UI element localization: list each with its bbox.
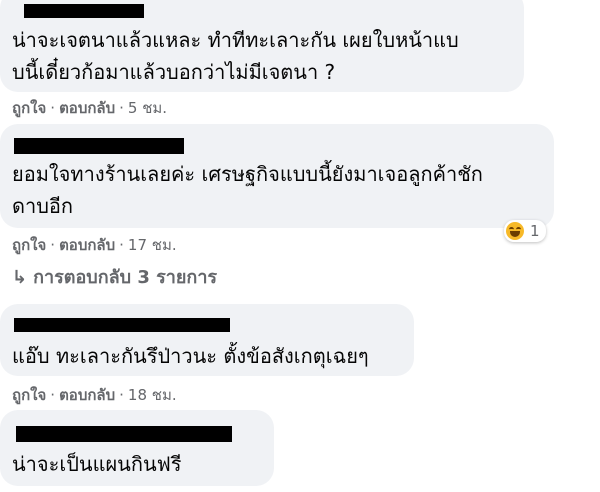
view-replies-link[interactable]: ↳ การตอบกลับ 3 รายการ — [12, 262, 217, 291]
like-link[interactable]: ถูกใจ — [12, 99, 46, 117]
comment-time[interactable]: 17 ชม. — [128, 236, 177, 254]
comment-text-line: น่าจะเจตนาแล้วแหละ ทำทีทะเลาะกัน เผยใบหน… — [12, 28, 459, 52]
comment-text-line: ดาบอีก — [12, 194, 74, 218]
reply-arrow-icon: ↳ — [12, 267, 28, 288]
redacted-author-name — [16, 426, 232, 442]
redacted-author-name — [14, 318, 230, 332]
comment-text-line: บนี้เดี๋ยวก้อมาแล้วบอกว่าไม่มีเจตนา ? — [12, 60, 336, 84]
like-link[interactable]: ถูกใจ — [12, 236, 46, 254]
comment-text-line: ยอมใจทางร้านเลยค่ะ เศรษฐกิจแบบนี้ยังมาเจ… — [12, 162, 483, 186]
comment-bubble: ยอมใจทางร้านเลยค่ะ เศรษฐกิจแบบนี้ยังมาเจ… — [0, 124, 554, 228]
comment-text-line: แอ๊บ ทะเลาะกันรึป่าวนะ ตั้งข้อสังเกตุเฉย… — [12, 344, 369, 368]
laughing-emoji-icon — [506, 222, 524, 240]
reaction-count: 1 — [530, 222, 540, 240]
reply-link[interactable]: ตอบกลับ — [59, 386, 115, 404]
comment-bubble: แอ๊บ ทะเลาะกันรึป่าวนะ ตั้งข้อสังเกตุเฉย… — [0, 304, 414, 376]
like-link[interactable]: ถูกใจ — [12, 386, 46, 404]
reply-link[interactable]: ตอบกลับ — [59, 236, 115, 254]
reply-link[interactable]: ตอบกลับ — [59, 99, 115, 117]
comment-time[interactable]: 18 ชม. — [128, 386, 177, 404]
comment-actions: ถูกใจ · ตอบกลับ · 5 ชม. — [12, 99, 168, 117]
comment-actions: ถูกใจ · ตอบกลับ · 17 ชม. — [12, 236, 177, 254]
comment-bubble: น่าจะเจตนาแล้วแหละ ทำทีทะเลาะกัน เผยใบหน… — [0, 0, 524, 92]
view-replies-label: การตอบกลับ 3 รายการ — [33, 267, 218, 288]
reaction-summary[interactable]: 1 — [504, 220, 546, 242]
comment-bubble: น่าจะเป็นแผนกินฟรี — [0, 410, 274, 486]
redacted-author-name — [14, 138, 184, 154]
comment-actions: ถูกใจ · ตอบกลับ · 18 ชม. — [12, 386, 177, 404]
redacted-author-name — [24, 4, 144, 18]
comment-text-line: น่าจะเป็นแผนกินฟรี — [12, 452, 182, 476]
comment-time[interactable]: 5 ชม. — [128, 99, 167, 117]
